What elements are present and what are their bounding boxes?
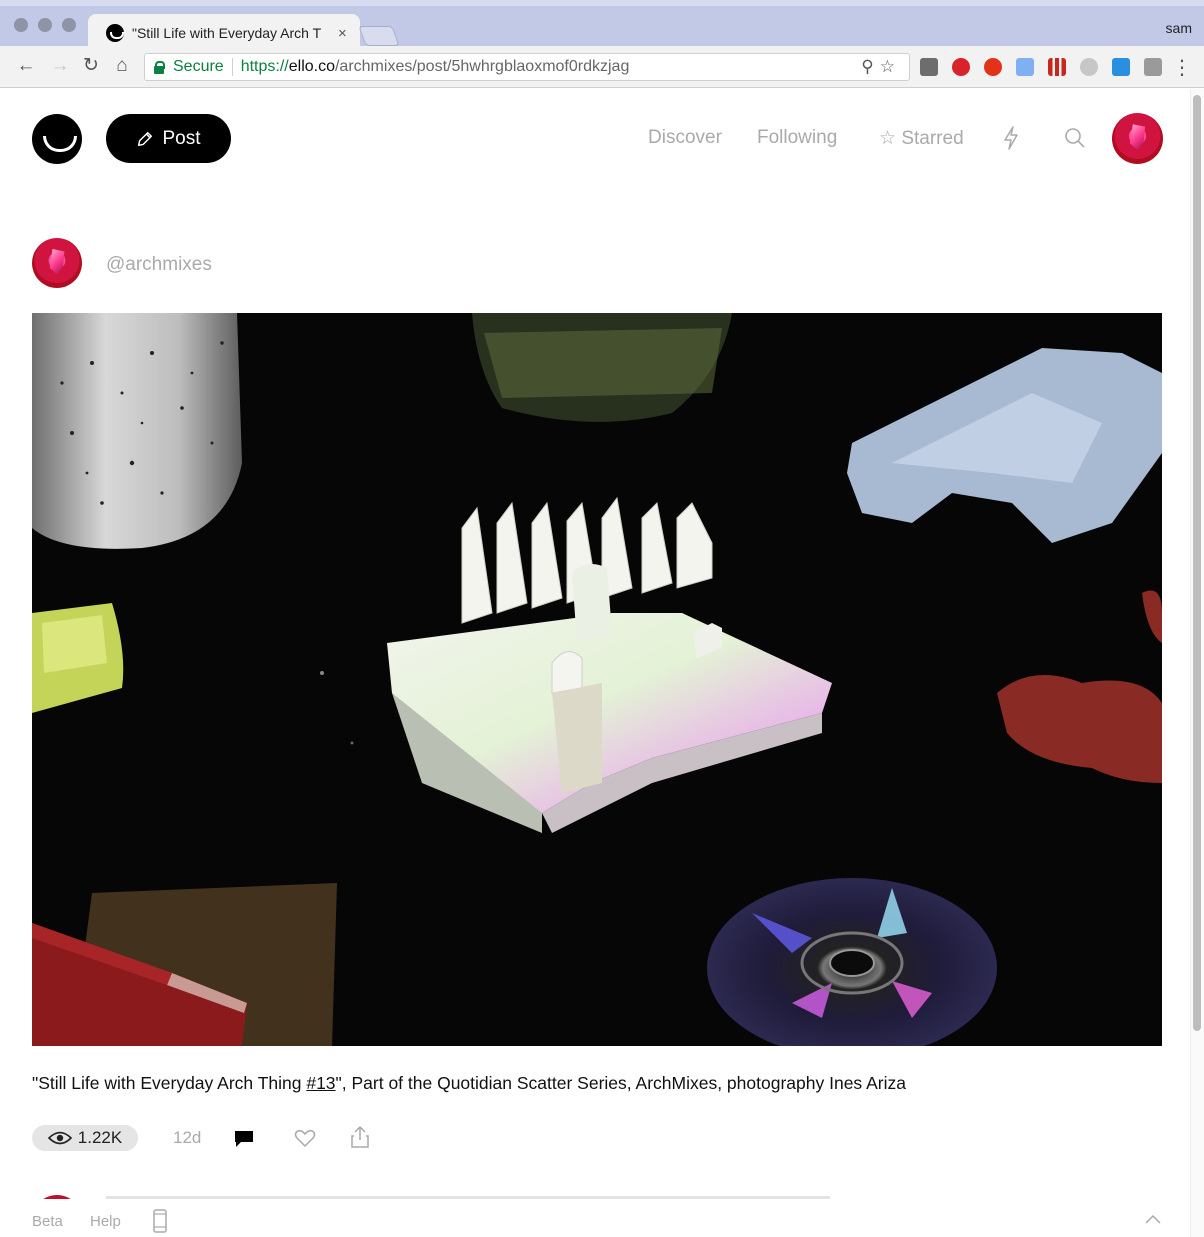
nav-starred-label: Starred xyxy=(901,128,964,149)
caption-hashtag-link[interactable]: #13 xyxy=(306,1073,335,1093)
drive-icon[interactable] xyxy=(1080,58,1098,76)
post-button-label: Post xyxy=(162,127,201,149)
eye-icon xyxy=(47,1131,72,1145)
heart-icon[interactable] xyxy=(294,1128,316,1148)
bars-extension-icon[interactable] xyxy=(1048,58,1066,76)
window-minimize-control[interactable] xyxy=(38,18,52,32)
views-count-pill[interactable]: 1.22K xyxy=(32,1125,138,1151)
window-zoom-control[interactable] xyxy=(62,18,76,32)
browser-tab-strip: "Still Life with Everyday Arch T × sam xyxy=(0,0,1204,52)
url-scheme: https:// xyxy=(240,58,289,75)
ello-logo[interactable] xyxy=(32,114,82,164)
url-path: /archmixes/post/5hwhrgblaoxmof0rdkzjag xyxy=(334,58,630,75)
caption-text-start: "Still Life with Everyday Arch Thing xyxy=(32,1073,307,1093)
notifications-bolt-icon[interactable] xyxy=(1001,125,1021,151)
nav-following[interactable]: Following xyxy=(757,127,837,149)
pinterest-icon[interactable] xyxy=(952,58,970,76)
still-life-photo xyxy=(32,313,1162,1046)
tab-close-icon[interactable]: × xyxy=(338,25,347,42)
post-caption: "Still Life with Everyday Arch Thing #13… xyxy=(32,1073,906,1094)
home-icon[interactable]: ⌂ xyxy=(110,55,134,77)
url-divider xyxy=(231,58,233,76)
forward-arrow-icon[interactable]: → xyxy=(48,55,72,77)
secure-label: Secure xyxy=(173,58,224,75)
search-icon[interactable] xyxy=(1064,127,1086,149)
tab-title: "Still Life with Everyday Arch T xyxy=(132,25,322,41)
views-count: 1.22K xyxy=(77,1128,123,1147)
pencil-icon xyxy=(138,131,153,146)
ello-favicon-icon xyxy=(106,24,124,42)
more-menu-icon[interactable]: ⋮ xyxy=(1172,55,1192,80)
post-button[interactable]: Post xyxy=(106,114,231,163)
extension-t-icon[interactable] xyxy=(920,58,938,76)
author-username[interactable]: @archmixes xyxy=(106,254,212,276)
camera-icon[interactable] xyxy=(1144,58,1162,76)
nav-discover[interactable]: Discover xyxy=(648,127,722,149)
browser-toolbar: ← → ↻ ⌂ Secure https://ello.co/archmixes… xyxy=(0,46,1204,88)
scroll-to-top-chevron-icon[interactable] xyxy=(1145,1214,1161,1224)
page-scrollbar-thumb[interactable] xyxy=(1193,95,1201,1031)
nav-starred[interactable]: ☆ Starred xyxy=(879,127,964,150)
footer-beta-link[interactable]: Beta xyxy=(32,1213,63,1230)
browser-profile-name[interactable]: sam xyxy=(1166,20,1192,36)
new-tab-button[interactable] xyxy=(358,26,400,46)
window-close-control[interactable] xyxy=(14,18,28,32)
footer-help-link[interactable]: Help xyxy=(90,1213,121,1230)
caption-text-end: ", Part of the Quotidian Scatter Series,… xyxy=(335,1073,906,1093)
opera-icon[interactable] xyxy=(984,58,1002,76)
back-arrow-icon[interactable]: ← xyxy=(14,55,38,77)
lock-icon xyxy=(154,60,165,74)
address-bar[interactable]: Secure https://ello.co/archmixes/post/5h… xyxy=(144,53,910,81)
share-icon[interactable] xyxy=(350,1125,370,1149)
star-icon: ☆ xyxy=(879,128,897,149)
document-extension-icon[interactable] xyxy=(1016,58,1034,76)
user-avatar[interactable] xyxy=(1112,113,1163,164)
mobile-phone-icon[interactable] xyxy=(152,1209,168,1233)
comment-icon[interactable] xyxy=(233,1129,255,1149)
page-footer: Beta Help xyxy=(0,1199,1190,1237)
zoom-bookmark-icons[interactable]: ⚲☆ xyxy=(861,57,901,77)
reload-icon[interactable]: ↻ xyxy=(79,55,103,77)
ello-page: Post Discover Following ☆ Starred @archm… xyxy=(0,89,1190,1237)
resize-extension-icon[interactable] xyxy=(1112,58,1130,76)
author-avatar[interactable] xyxy=(32,238,82,288)
url-host: ello.co xyxy=(288,58,335,75)
post-time-ago[interactable]: 12d xyxy=(173,1128,201,1148)
post-image[interactable] xyxy=(32,313,1162,1046)
